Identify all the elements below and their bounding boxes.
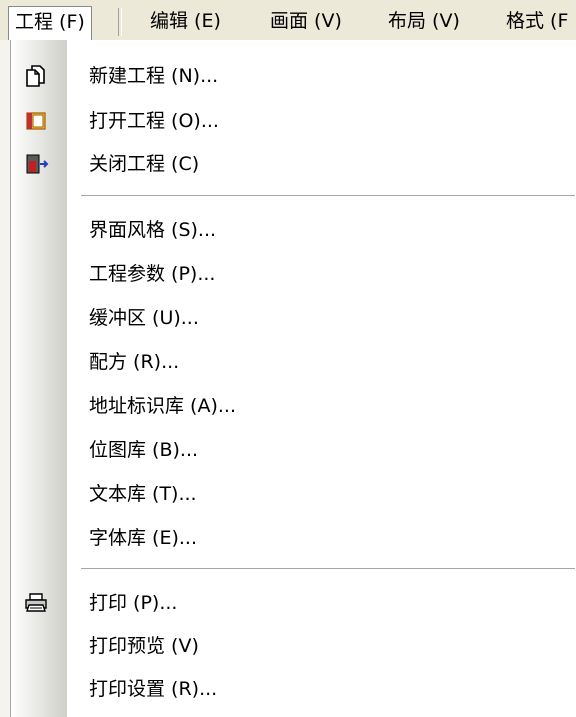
menu-item-label: 配方 (R)... xyxy=(89,351,180,373)
menu-item-new-project[interactable]: 新建工程 (N)... xyxy=(11,58,576,94)
printer-icon xyxy=(23,591,49,615)
menu-separator xyxy=(118,8,122,36)
menu-item-label: 打开工程 (O)... xyxy=(89,110,219,132)
menu-item-close-project[interactable]: 关闭工程 (C) xyxy=(11,146,576,182)
menu-item-text-library[interactable]: 文本库 (T)... xyxy=(11,476,576,512)
menu-item-label: 工程参数 (P)... xyxy=(89,263,216,285)
menu-item-label: 文本库 (T)... xyxy=(89,483,197,505)
project-dropdown-menu: 新建工程 (N)... 打开工程 (O)... 关闭工程 (C) 界面风格 (S… xyxy=(10,40,576,717)
menu-item-print[interactable]: 打印 (P)... xyxy=(11,585,576,621)
menu-item-buffer[interactable]: 缓冲区 (U)... xyxy=(11,300,576,336)
menu-item-bitmap-library[interactable]: 位图库 (B)... xyxy=(11,432,576,468)
menu-item-label: 界面风格 (S)... xyxy=(89,219,217,241)
menu-item-label: 打印预览 (V) xyxy=(89,635,199,657)
menu-item-project-params[interactable]: 工程参数 (P)... xyxy=(11,256,576,292)
close-project-icon xyxy=(23,152,49,176)
menu-item-open-project[interactable]: 打开工程 (O)... xyxy=(11,103,576,139)
menu-item-label: 打印设置 (R)... xyxy=(89,678,218,700)
menu-screen[interactable]: 画面 (V) xyxy=(264,6,348,36)
menu-item-label: 位图库 (B)... xyxy=(89,439,199,461)
menu-item-recipe[interactable]: 配方 (R)... xyxy=(11,344,576,380)
menu-item-ui-style[interactable]: 界面风格 (S)... xyxy=(11,212,576,248)
menu-project[interactable]: 工程 (F) xyxy=(8,6,92,40)
menu-layout[interactable]: 布局 (V) xyxy=(382,6,466,36)
menu-bar: 工程 (F) 编辑 (E) 画面 (V) 布局 (V) 格式 (F xyxy=(0,0,576,41)
menu-item-label: 新建工程 (N)... xyxy=(89,65,219,87)
open-project-icon xyxy=(23,109,49,133)
menu-item-label: 打印 (P)... xyxy=(89,592,178,614)
menu-separator xyxy=(81,195,575,197)
menu-item-print-setup[interactable]: 打印设置 (R)... xyxy=(11,671,576,707)
menu-item-label: 关闭工程 (C) xyxy=(89,153,200,175)
menu-item-address-tag-library[interactable]: 地址标识库 (A)... xyxy=(11,388,576,424)
new-project-icon xyxy=(23,64,49,88)
menu-item-print-preview[interactable]: 打印预览 (V) xyxy=(11,628,576,664)
menu-item-label: 字体库 (E)... xyxy=(89,527,197,549)
menu-edit[interactable]: 编辑 (E) xyxy=(144,6,227,36)
menu-item-font-library[interactable]: 字体库 (E)... xyxy=(11,520,576,556)
menu-separator xyxy=(81,568,575,570)
menu-item-label: 缓冲区 (U)... xyxy=(89,307,199,329)
menu-item-label: 地址标识库 (A)... xyxy=(89,395,236,417)
menu-format[interactable]: 格式 (F xyxy=(500,6,574,36)
